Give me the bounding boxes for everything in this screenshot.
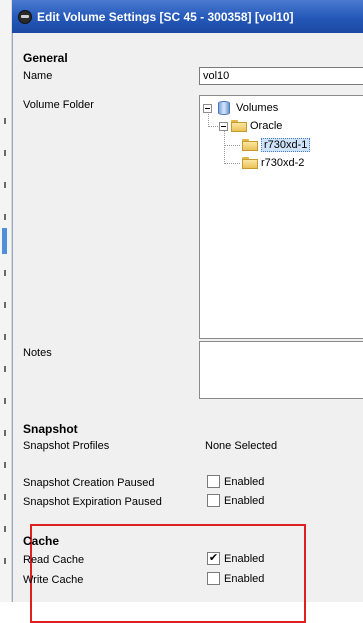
checkbox-box[interactable] bbox=[207, 494, 220, 507]
folder-icon bbox=[242, 139, 258, 151]
database-icon bbox=[215, 101, 233, 115]
write-cache-checkbox[interactable]: Enabled bbox=[207, 572, 264, 585]
section-heading-general: General bbox=[23, 51, 68, 65]
tree-node-oracle[interactable]: Oracle bbox=[219, 118, 282, 134]
checkbox-box[interactable] bbox=[207, 475, 220, 488]
checkbox-label: Enabled bbox=[224, 475, 265, 488]
tree-node-r730xd-2[interactable]: r730xd-2 bbox=[242, 155, 304, 171]
edit-volume-dialog: General Name Volume Folder Volumes Oracl… bbox=[12, 33, 363, 623]
read-cache-label: Read Cache bbox=[23, 554, 85, 566]
snapshot-creation-paused-checkbox[interactable]: Enabled bbox=[207, 475, 264, 488]
snapshot-profiles-label: Snapshot Profiles bbox=[23, 440, 110, 452]
checkbox-box[interactable] bbox=[207, 572, 220, 585]
notes-label: Notes bbox=[23, 347, 52, 359]
snapshot-profiles-value[interactable]: None Selected bbox=[205, 440, 277, 452]
section-heading-snapshot: Snapshot bbox=[23, 422, 78, 436]
folder-icon bbox=[231, 120, 247, 132]
checkbox-label: Enabled bbox=[224, 572, 265, 585]
app-icon bbox=[18, 9, 32, 24]
checkmark-icon[interactable]: ✔ bbox=[207, 552, 220, 565]
name-label: Name bbox=[23, 70, 53, 82]
checkbox-label: Enabled bbox=[224, 494, 265, 507]
window-title: Edit Volume Settings [SC 45 - 300358] [v… bbox=[37, 9, 294, 24]
snapshot-expiration-paused-checkbox[interactable]: Enabled bbox=[207, 494, 264, 507]
tree-node-volumes[interactable]: Volumes bbox=[203, 100, 278, 116]
volume-folder-label: Volume Folder bbox=[23, 99, 94, 111]
snapshot-creation-paused-label: Snapshot Creation Paused bbox=[23, 477, 155, 489]
tree-node-label: Oracle bbox=[250, 120, 283, 132]
tree-node-label: Volumes bbox=[236, 102, 279, 114]
checkbox-label: Enabled bbox=[224, 552, 265, 565]
name-input[interactable] bbox=[199, 67, 363, 85]
window-titlebar[interactable]: Edit Volume Settings [SC 45 - 300358] [v… bbox=[12, 0, 363, 33]
section-heading-cache: Cache bbox=[23, 534, 60, 548]
volume-folder-tree[interactable]: Volumes Oracle r730xd-1 r730xd-2 bbox=[199, 95, 363, 339]
tree-node-label: r730xd-2 bbox=[261, 157, 305, 169]
folder-icon bbox=[242, 157, 258, 169]
read-cache-checkbox[interactable]: ✔ Enabled bbox=[207, 552, 264, 565]
tree-node-r730xd-1[interactable]: r730xd-1 bbox=[242, 137, 311, 153]
background-window-strip bbox=[0, 0, 12, 602]
tree-node-label-selected: r730xd-1 bbox=[261, 138, 311, 152]
notes-textarea[interactable] bbox=[199, 341, 363, 399]
snapshot-expiration-paused-label: Snapshot Expiration Paused bbox=[23, 496, 162, 508]
write-cache-label: Write Cache bbox=[23, 574, 84, 586]
collapse-icon[interactable] bbox=[219, 121, 228, 131]
collapse-icon[interactable] bbox=[203, 103, 212, 113]
